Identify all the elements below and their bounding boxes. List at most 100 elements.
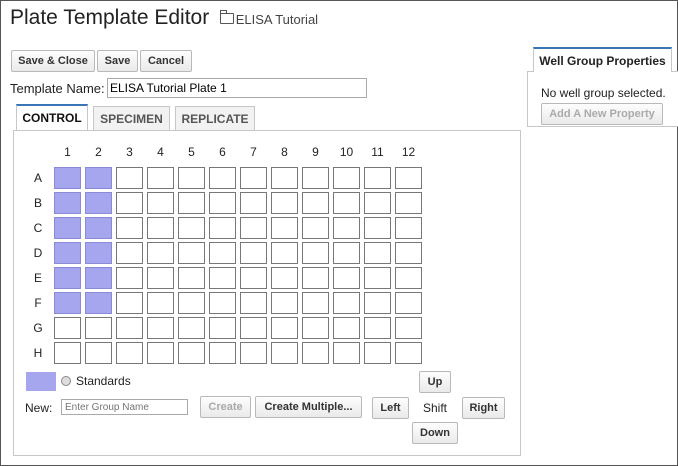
legend-color-swatch[interactable]: [26, 372, 56, 391]
well-C11[interactable]: [364, 217, 391, 239]
well-D3[interactable]: [116, 242, 143, 264]
well-C1[interactable]: [54, 217, 81, 239]
tab-replicate[interactable]: REPLICATE: [175, 106, 255, 130]
well-D5[interactable]: [178, 242, 205, 264]
well-F1[interactable]: [54, 292, 81, 314]
well-E5[interactable]: [178, 267, 205, 289]
breadcrumb-label[interactable]: ELISA Tutorial: [236, 12, 318, 27]
group-name-input[interactable]: [61, 399, 188, 415]
well-F9[interactable]: [302, 292, 329, 314]
well-B12[interactable]: [395, 192, 422, 214]
well-H12[interactable]: [395, 342, 422, 364]
shift-up-button[interactable]: Up: [419, 371, 451, 393]
well-D9[interactable]: [302, 242, 329, 264]
well-G3[interactable]: [116, 317, 143, 339]
well-E7[interactable]: [240, 267, 267, 289]
well-D10[interactable]: [333, 242, 360, 264]
well-F8[interactable]: [271, 292, 298, 314]
add-property-button[interactable]: Add A New Property: [541, 103, 663, 125]
well-D7[interactable]: [240, 242, 267, 264]
well-D6[interactable]: [209, 242, 236, 264]
shift-right-button[interactable]: Right: [462, 397, 505, 419]
well-B9[interactable]: [302, 192, 329, 214]
well-group-properties-tab[interactable]: Well Group Properties: [533, 47, 672, 72]
well-E8[interactable]: [271, 267, 298, 289]
well-A5[interactable]: [178, 167, 205, 189]
well-B3[interactable]: [116, 192, 143, 214]
well-E2[interactable]: [85, 267, 112, 289]
well-G1[interactable]: [54, 317, 81, 339]
well-A10[interactable]: [333, 167, 360, 189]
well-B10[interactable]: [333, 192, 360, 214]
well-D11[interactable]: [364, 242, 391, 264]
well-B6[interactable]: [209, 192, 236, 214]
template-name-input[interactable]: [107, 78, 367, 98]
well-C9[interactable]: [302, 217, 329, 239]
well-F12[interactable]: [395, 292, 422, 314]
well-C6[interactable]: [209, 217, 236, 239]
well-E10[interactable]: [333, 267, 360, 289]
well-G2[interactable]: [85, 317, 112, 339]
well-G10[interactable]: [333, 317, 360, 339]
well-H6[interactable]: [209, 342, 236, 364]
well-B1[interactable]: [54, 192, 81, 214]
well-H8[interactable]: [271, 342, 298, 364]
well-B5[interactable]: [178, 192, 205, 214]
tab-control[interactable]: CONTROL: [16, 104, 88, 130]
create-multiple-button[interactable]: Create Multiple...: [255, 396, 362, 418]
well-D2[interactable]: [85, 242, 112, 264]
save-close-button[interactable]: Save & Close: [11, 50, 95, 72]
well-G7[interactable]: [240, 317, 267, 339]
well-C3[interactable]: [116, 217, 143, 239]
well-F7[interactable]: [240, 292, 267, 314]
well-A1[interactable]: [54, 167, 81, 189]
well-A2[interactable]: [85, 167, 112, 189]
well-A4[interactable]: [147, 167, 174, 189]
well-B7[interactable]: [240, 192, 267, 214]
well-E6[interactable]: [209, 267, 236, 289]
well-A3[interactable]: [116, 167, 143, 189]
well-A11[interactable]: [364, 167, 391, 189]
well-G9[interactable]: [302, 317, 329, 339]
create-button[interactable]: Create: [200, 396, 251, 418]
well-D1[interactable]: [54, 242, 81, 264]
well-E12[interactable]: [395, 267, 422, 289]
well-D12[interactable]: [395, 242, 422, 264]
well-G5[interactable]: [178, 317, 205, 339]
well-H1[interactable]: [54, 342, 81, 364]
well-F4[interactable]: [147, 292, 174, 314]
well-C4[interactable]: [147, 217, 174, 239]
well-G11[interactable]: [364, 317, 391, 339]
well-G8[interactable]: [271, 317, 298, 339]
well-F10[interactable]: [333, 292, 360, 314]
well-E9[interactable]: [302, 267, 329, 289]
well-A12[interactable]: [395, 167, 422, 189]
well-C2[interactable]: [85, 217, 112, 239]
well-G12[interactable]: [395, 317, 422, 339]
shift-down-button[interactable]: Down: [412, 422, 458, 444]
well-F11[interactable]: [364, 292, 391, 314]
well-H4[interactable]: [147, 342, 174, 364]
well-F3[interactable]: [116, 292, 143, 314]
well-C10[interactable]: [333, 217, 360, 239]
well-A7[interactable]: [240, 167, 267, 189]
legend-radio[interactable]: [61, 376, 71, 386]
well-C7[interactable]: [240, 217, 267, 239]
well-G6[interactable]: [209, 317, 236, 339]
cancel-button[interactable]: Cancel: [140, 50, 192, 72]
well-A6[interactable]: [209, 167, 236, 189]
well-E1[interactable]: [54, 267, 81, 289]
well-E11[interactable]: [364, 267, 391, 289]
well-A8[interactable]: [271, 167, 298, 189]
well-H10[interactable]: [333, 342, 360, 364]
save-button[interactable]: Save: [97, 50, 138, 72]
well-C5[interactable]: [178, 217, 205, 239]
well-D8[interactable]: [271, 242, 298, 264]
tab-specimen[interactable]: SPECIMEN: [93, 106, 170, 130]
well-C8[interactable]: [271, 217, 298, 239]
well-B4[interactable]: [147, 192, 174, 214]
well-B11[interactable]: [364, 192, 391, 214]
well-D4[interactable]: [147, 242, 174, 264]
breadcrumb[interactable]: ELISA Tutorial: [219, 10, 318, 27]
well-H3[interactable]: [116, 342, 143, 364]
